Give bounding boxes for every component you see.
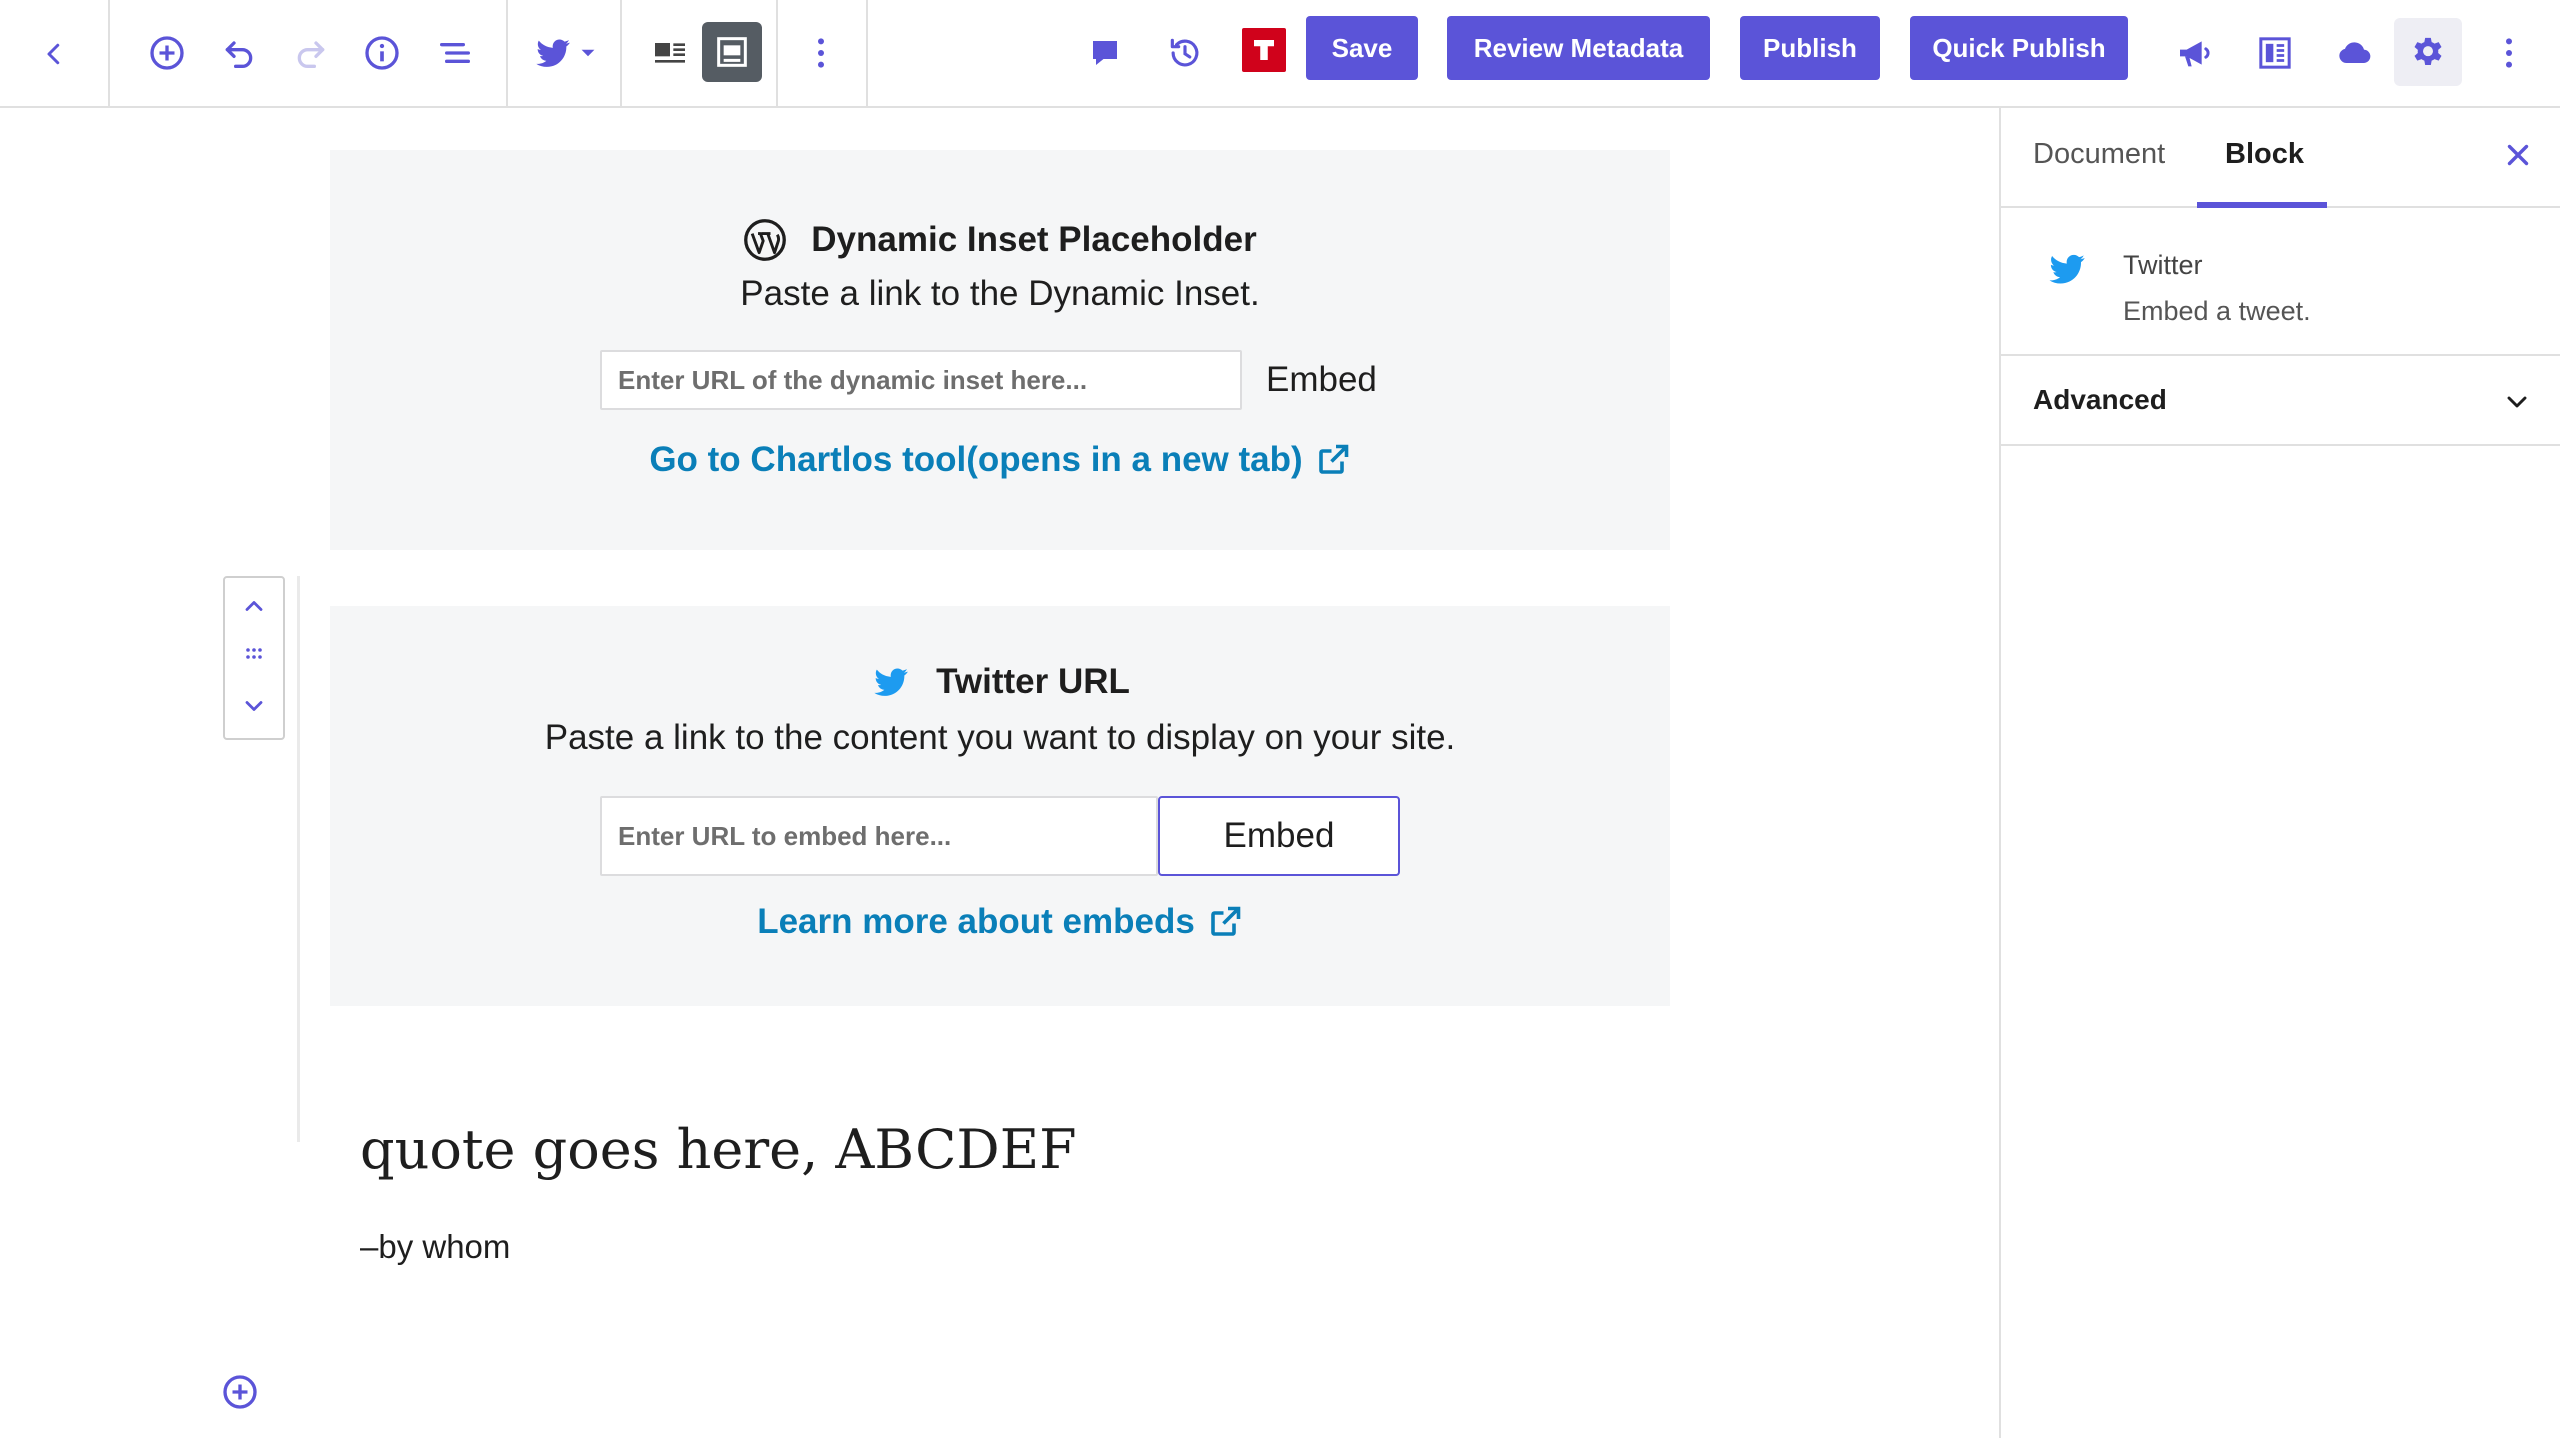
layout-grid-icon	[2259, 37, 2291, 69]
settings-button[interactable]	[2394, 18, 2462, 86]
tab-document[interactable]: Document	[2033, 138, 2165, 171]
block-card: Twitter Embed a tweet.	[2001, 208, 2560, 356]
cloud-icon	[2339, 42, 2371, 64]
twitter-url-input[interactable]: Enter URL to embed here...	[600, 796, 1158, 876]
external-link-icon	[1318, 444, 1348, 474]
more-vertical-icon	[818, 38, 824, 68]
chevron-down-icon	[245, 701, 263, 711]
add-block-inline-button[interactable]	[220, 1372, 260, 1417]
details-button[interactable]	[357, 28, 407, 78]
learn-more-embeds-label: Learn more about embeds	[757, 902, 1195, 941]
quick-publish-button[interactable]: Quick Publish	[1910, 16, 2128, 80]
list-view-icon	[440, 43, 470, 63]
twitter-url-placeholder: Enter URL to embed here...	[618, 820, 952, 851]
block-type-switcher[interactable]	[526, 28, 602, 78]
block-mover	[223, 576, 285, 740]
publish-button[interactable]: Publish	[1740, 16, 1880, 80]
twitter-instructions: Paste a link to the content you want to …	[544, 718, 1456, 757]
plus-circle-icon	[150, 36, 184, 70]
letter-t-icon	[1254, 40, 1274, 60]
advanced-panel-toggle[interactable]: Advanced	[2001, 356, 2560, 446]
cloud-sync-button[interactable]	[2330, 28, 2380, 78]
sidebar-tabs: Document Block	[2001, 108, 2560, 208]
promote-button[interactable]	[2170, 28, 2220, 78]
close-sidebar-button[interactable]	[2501, 138, 2535, 177]
block-card-description: Embed a tweet.	[2123, 296, 2311, 326]
editor-toolbar: Save Review Metadata Publish Quick Publi…	[0, 0, 2560, 108]
toolbar-divider	[108, 0, 110, 106]
learn-more-embeds-link[interactable]: Learn more about embeds	[330, 902, 1670, 942]
quote-text[interactable]: quote goes here, ABCDEF	[360, 1118, 1077, 1181]
comment-icon	[1093, 41, 1117, 65]
revisions-button[interactable]	[1160, 28, 1210, 78]
twitter-embed-block[interactable]: Twitter URL Paste a link to the content …	[330, 606, 1670, 1006]
list-view-button[interactable]	[430, 28, 480, 78]
chartlos-tool-link[interactable]: Go to Chartlos tool(opens in a new tab)	[330, 440, 1670, 480]
add-block-button[interactable]	[142, 28, 192, 78]
redo-icon	[297, 41, 325, 69]
media-text-icon	[655, 43, 685, 63]
move-up-button[interactable]	[225, 592, 283, 620]
save-button[interactable]: Save	[1306, 16, 1418, 80]
chevron-left-icon	[47, 43, 60, 65]
twitter-embed-button[interactable]: Embed	[1158, 796, 1400, 876]
tab-block[interactable]: Block	[2225, 138, 2304, 171]
editor-canvas: Dynamic Inset Placeholder Paste a link t…	[0, 108, 2000, 1438]
plus-circle-icon	[223, 1375, 257, 1409]
more-vertical-icon	[2506, 38, 2512, 68]
quote-citation[interactable]: –by whom	[360, 1228, 510, 1266]
align-full-button[interactable]	[702, 22, 762, 82]
dynamic-inset-title-row: Dynamic Inset Placeholder	[330, 218, 1670, 262]
caret-down-icon	[581, 49, 595, 57]
undo-button[interactable]	[214, 28, 264, 78]
toolbar-divider	[506, 0, 508, 106]
layout-button[interactable]	[2250, 28, 2300, 78]
advanced-panel-label: Advanced	[2033, 384, 2167, 415]
drag-handle-icon	[246, 648, 262, 659]
twitter-bird-icon	[2045, 248, 2089, 295]
toolbar-divider	[620, 0, 622, 106]
gear-icon	[2414, 37, 2442, 65]
settings-sidebar: Document Block Twitter Embed a tweet. Ad…	[1999, 108, 2560, 1438]
drag-handle[interactable]	[225, 644, 283, 664]
close-icon	[2507, 144, 2529, 166]
twitter-block-title: Twitter URL	[936, 662, 1130, 701]
dynamic-inset-instructions: Paste a link to the Dynamic Inset.	[740, 274, 1260, 313]
undo-icon	[225, 41, 253, 69]
megaphone-icon	[2180, 41, 2210, 67]
info-icon	[365, 36, 399, 70]
dynamic-inset-embed-button[interactable]: Embed	[1266, 360, 1377, 400]
brand-plugin-button[interactable]	[1242, 28, 1286, 72]
block-options-button[interactable]	[796, 28, 846, 78]
twitter-title-row: Twitter URL	[330, 662, 1670, 702]
align-wide-button[interactable]	[640, 24, 700, 82]
chevron-up-icon	[245, 601, 263, 611]
options-menu-button[interactable]	[2484, 28, 2534, 78]
twitter-bird-icon	[870, 662, 912, 702]
external-link-icon	[1210, 906, 1241, 936]
twitter-bird-icon	[536, 39, 570, 67]
toolbar-divider	[866, 0, 868, 106]
back-button[interactable]	[30, 30, 78, 78]
redo-button[interactable]	[286, 28, 336, 78]
align-center-icon	[717, 37, 747, 67]
selected-block-indicator	[297, 576, 300, 1142]
chevron-down-icon	[2501, 386, 2533, 423]
comments-button[interactable]	[1080, 28, 1130, 78]
dynamic-inset-url-placeholder: Enter URL of the dynamic inset here...	[618, 364, 1088, 395]
dynamic-inset-block[interactable]: Dynamic Inset Placeholder Paste a link t…	[330, 150, 1670, 550]
toolbar-divider	[776, 0, 778, 106]
move-down-button[interactable]	[225, 692, 283, 720]
review-metadata-button[interactable]: Review Metadata	[1447, 16, 1710, 80]
dynamic-inset-url-input[interactable]: Enter URL of the dynamic inset here...	[600, 350, 1242, 410]
chartlos-tool-link-label: Go to Chartlos tool(opens in a new tab)	[649, 440, 1303, 479]
block-card-title: Twitter	[2123, 250, 2203, 280]
dynamic-inset-title: Dynamic Inset Placeholder	[811, 220, 1257, 259]
history-icon	[1170, 38, 1199, 67]
wordpress-icon	[743, 218, 787, 262]
